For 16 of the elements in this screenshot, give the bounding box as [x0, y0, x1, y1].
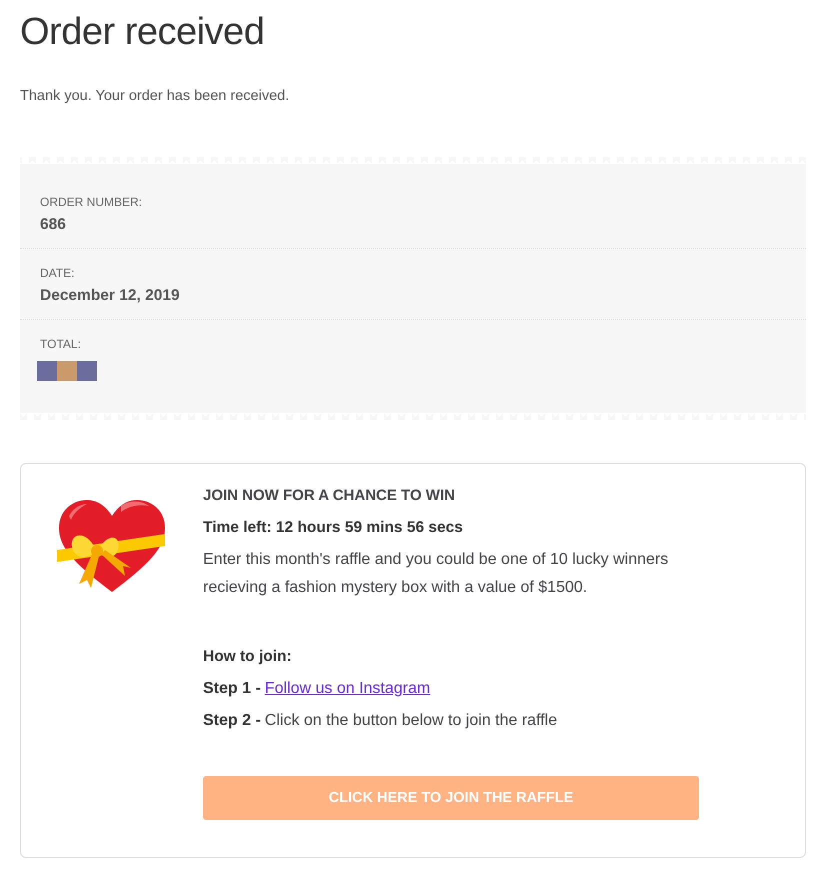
page-title: Order received	[20, 10, 266, 54]
step-text: Click on the button below to join the raffle	[264, 712, 558, 730]
raffle-heading: JOIN NOW FOR A CHANCE TO WIN	[203, 487, 456, 504]
raffle-description: Enter this month's raffle and you could be one of 10 lucky winners recieving a fashion mystery box with a value of $1500.	[203, 550, 670, 598]
obscured-amount-drawing	[37, 361, 97, 381]
detail-label: DATE:	[40, 266, 76, 280]
detail-label: TOTAL:	[40, 337, 82, 351]
how-to-join-heading: How to join:	[203, 648, 293, 666]
step-label: Step 1 -	[203, 680, 261, 698]
detail-value: December 12, 2019	[40, 287, 181, 305]
detail-label: ORDER NUMBER:	[40, 195, 144, 209]
instagram-link[interactable]: Follow us on Instagram	[264, 680, 430, 698]
countdown-text: Time left: 12 hours 59 mins 56 secs	[203, 519, 464, 537]
step-label: Step 2 -	[203, 712, 261, 730]
confirmation-message: Thank you. Your order has been received.	[20, 88, 290, 104]
detail-value: 686	[40, 216, 67, 234]
